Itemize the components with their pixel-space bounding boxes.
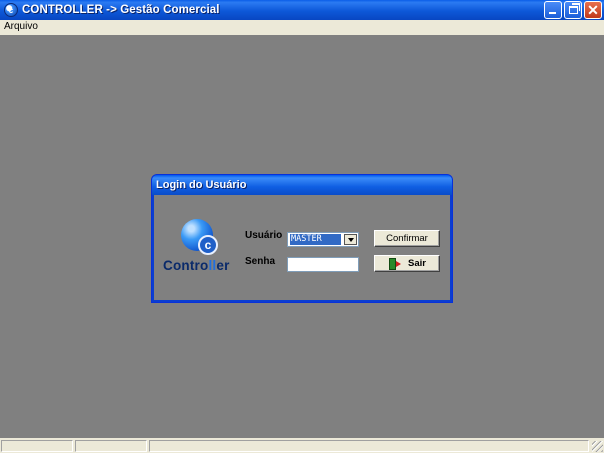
login-dialog-body: c Controller Usuário MASTER Senha Confir… <box>154 195 450 300</box>
menu-arquivo[interactable]: Arquivo <box>4 21 38 32</box>
confirm-button-label: Confirmar <box>386 233 428 244</box>
status-bar <box>0 438 604 453</box>
user-select-dropdown-button[interactable] <box>344 234 357 245</box>
close-icon: ✕ <box>587 2 599 18</box>
app-icon-letter: c <box>8 5 14 15</box>
user-select-value: MASTER <box>290 234 341 245</box>
confirm-button[interactable]: Confirmar <box>374 230 440 247</box>
close-button[interactable]: ✕ <box>584 1 602 19</box>
status-panel-2 <box>75 440 147 452</box>
exit-door-icon <box>388 257 402 270</box>
restore-button[interactable] <box>564 1 582 19</box>
user-select[interactable]: MASTER <box>287 232 359 247</box>
logo-wordmark: Controller <box>163 258 230 273</box>
login-dialog-title[interactable]: Login do Usuário <box>152 175 452 195</box>
minimize-button[interactable] <box>544 1 562 19</box>
menu-bar: Arquivo <box>0 20 604 35</box>
login-dialog: Login do Usuário c Controller Usuário MA… <box>151 174 453 303</box>
status-panel-1 <box>1 440 73 452</box>
window-titlebar[interactable]: c CONTROLLER -> Gestão Comercial ✕ <box>0 0 604 20</box>
app-icon[interactable]: c <box>4 3 18 17</box>
password-label: Senha <box>245 256 276 267</box>
status-panel-3 <box>149 440 589 452</box>
window-title: CONTROLLER -> Gestão Comercial <box>22 4 220 16</box>
exit-button-label: Sair <box>408 258 426 269</box>
exit-button[interactable]: Sair <box>374 255 440 272</box>
logo-text-end: er <box>216 258 230 273</box>
password-field[interactable] <box>287 257 359 272</box>
user-label: Usuário <box>245 230 283 241</box>
logo-text-start: Contro <box>163 258 209 273</box>
window-controls: ✕ <box>544 1 602 19</box>
restore-icon <box>569 3 580 14</box>
resize-grip-icon[interactable] <box>592 441 603 452</box>
chevron-down-icon <box>347 237 354 242</box>
logo-letter: c <box>198 235 218 255</box>
minimize-icon <box>549 12 556 14</box>
